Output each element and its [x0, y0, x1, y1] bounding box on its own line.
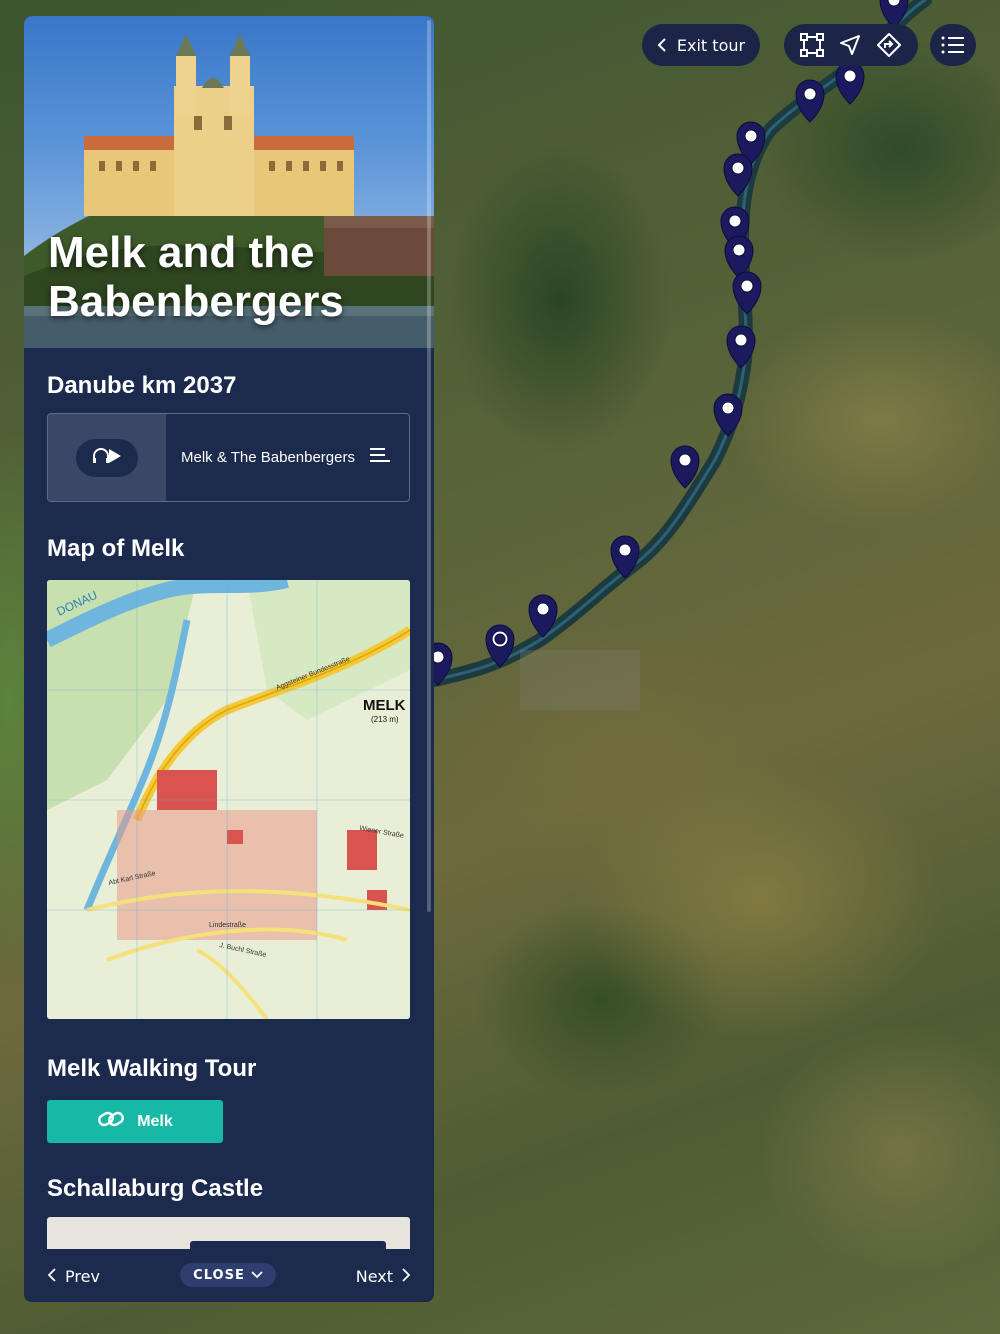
- map-pin: [835, 61, 865, 105]
- audio-section-title: Danube km 2037: [47, 372, 237, 399]
- audio-play-button[interactable]: [76, 438, 138, 477]
- chevron-left-icon: [47, 1267, 57, 1286]
- prev-label: Prev: [65, 1267, 100, 1286]
- prev-button[interactable]: Prev: [47, 1267, 100, 1286]
- melk-town-map[interactable]: DONAU MELK (213 m) Aggsteiner Bundesstra…: [47, 580, 410, 1019]
- walking-tour-link-button[interactable]: Melk: [47, 1100, 223, 1143]
- castle-section-title: Schallaburg Castle: [47, 1175, 264, 1202]
- close-label: CLOSE: [193, 1267, 245, 1283]
- chevron-down-icon: [251, 1268, 263, 1283]
- walking-link-label: Melk: [137, 1112, 173, 1130]
- panel-footer: Prev CLOSE Next: [24, 1249, 434, 1302]
- panel-scrollbar[interactable]: [427, 20, 431, 912]
- map-pin: [713, 393, 743, 437]
- tour-panel: Melk and the Babenbergers Danube km 2037…: [24, 16, 434, 1302]
- playlist-icon[interactable]: [369, 447, 391, 469]
- directions-icon[interactable]: [876, 32, 902, 58]
- chevron-left-icon: [657, 38, 667, 52]
- next-label: Next: [355, 1267, 393, 1286]
- map-tools-group: [784, 24, 918, 66]
- navigate-icon[interactable]: [838, 33, 862, 57]
- audio-track-title: Melk & The Babenbergers: [181, 449, 355, 466]
- map-town-label: MELK: [363, 697, 406, 714]
- audio-guide-card[interactable]: Melk & The Babenbergers: [47, 413, 410, 502]
- list-icon: [941, 35, 965, 55]
- hero-image: Melk and the Babenbergers: [24, 16, 434, 348]
- list-menu-button[interactable]: [930, 24, 976, 66]
- headphones-play-icon: [92, 447, 122, 469]
- map-elevation-label: (213 m): [371, 715, 399, 724]
- map-section-title: Map of Melk: [47, 535, 185, 562]
- exit-tour-label: Exit tour: [676, 35, 746, 55]
- map-pin: [732, 271, 762, 315]
- walking-section-title: Melk Walking Tour: [47, 1055, 257, 1082]
- exit-tour-button[interactable]: Exit tour: [642, 24, 760, 66]
- close-button[interactable]: CLOSE: [180, 1263, 276, 1287]
- chevron-right-icon: [401, 1267, 411, 1286]
- map-street-label: Lindestraße: [209, 922, 246, 929]
- link-icon: [97, 1109, 125, 1134]
- map-pin: [795, 79, 825, 123]
- melk-town-area: [520, 650, 640, 710]
- tour-title: Melk and the Babenbergers: [48, 228, 344, 326]
- next-button[interactable]: Next: [355, 1267, 411, 1286]
- frame-icon[interactable]: [800, 33, 824, 57]
